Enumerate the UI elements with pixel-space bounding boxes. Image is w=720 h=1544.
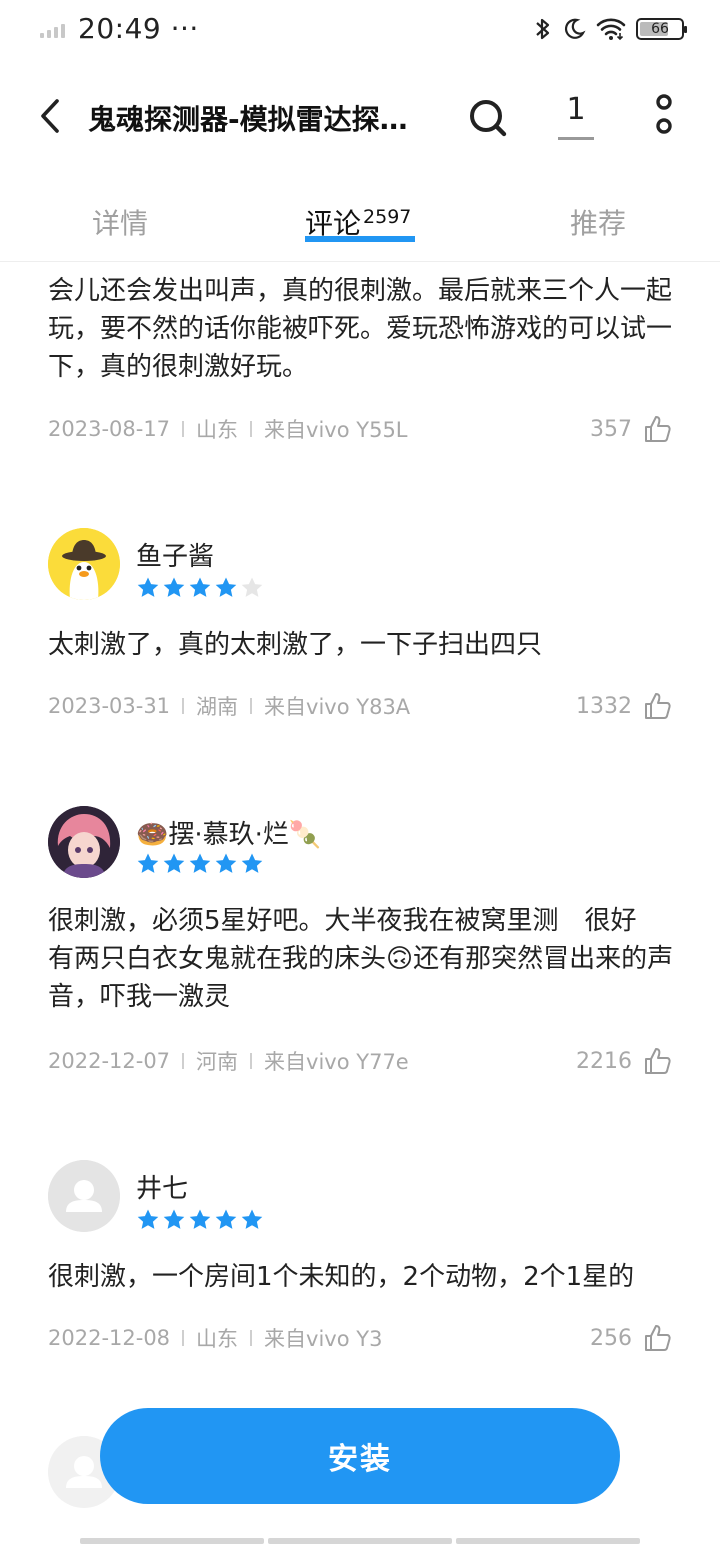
review-text: 很刺激，一个房间1个未知的，2个动物，2个1星的 [48, 1262, 635, 1292]
signal-icon [40, 24, 70, 38]
more-button[interactable] [650, 94, 678, 138]
avatar[interactable] [48, 806, 120, 878]
default-user-icon [48, 1160, 120, 1232]
chevron-left-icon [41, 99, 59, 133]
status-icons: 66 [534, 14, 687, 44]
star-filled-icon [241, 853, 263, 873]
review-text: 太刺激了，真的太刺激了，一下子扫出四只 [48, 630, 543, 660]
thumbs-up-icon [645, 1048, 671, 1074]
review-date: 2023-03-31 [48, 694, 171, 718]
star-filled-icon [137, 577, 159, 597]
moon-icon [565, 18, 586, 39]
review-username[interactable]: 井七 [136, 1168, 188, 1205]
review-meta: 2022-12-07 河南 来自vivo Y77e 2216 [48, 1046, 672, 1076]
comment-count: 2597 [363, 206, 412, 228]
star-filled-icon [189, 577, 211, 597]
star-rating [136, 1208, 264, 1232]
star-filled-icon [137, 1209, 159, 1229]
app-header: 鬼魂探测器-模拟雷达探… 1 [0, 80, 720, 152]
duck-avatar-icon [48, 528, 120, 600]
back-button[interactable] [28, 94, 72, 138]
thumbs-up-icon [645, 693, 671, 719]
review-date: 2022-12-07 [48, 1049, 171, 1073]
review-region: 山东 [196, 418, 239, 442]
star-empty-icon [241, 577, 263, 597]
like-count: 1332 [576, 693, 632, 719]
like-button[interactable]: 357 [590, 414, 672, 444]
review-meta: 2023-08-17 山东 来自vivo Y55L 357 [48, 414, 672, 444]
active-tab-indicator [305, 236, 415, 242]
review-username[interactable]: 鱼子酱 [136, 536, 214, 573]
like-button[interactable]: 2216 [576, 1046, 672, 1076]
like-count: 357 [590, 416, 632, 442]
star-filled-icon [163, 853, 185, 873]
avatar[interactable] [48, 528, 120, 600]
thumbs-up-icon [645, 1325, 671, 1351]
like-button[interactable]: 1332 [576, 691, 672, 721]
status-time: 20:49 ··· [78, 12, 199, 45]
search-button[interactable] [464, 94, 512, 142]
anime-avatar-icon [48, 806, 120, 878]
star-filled-icon [163, 1209, 185, 1229]
review-date: 2022-12-08 [48, 1326, 171, 1350]
review-date: 2023-08-17 [48, 417, 171, 441]
battery-icon: 66 [636, 18, 687, 40]
review-meta: 2023-03-31 湖南 来自vivo Y83A 1332 [48, 691, 672, 721]
star-filled-icon [137, 853, 159, 873]
review-device: 来自vivo Y3 [264, 1327, 383, 1351]
review-text: 会儿还会发出叫声，真的很刺激。最后就来三个人一起玩，要不然的话你能被吓死。爱玩恐… [48, 276, 673, 382]
review-region: 河南 [196, 1050, 239, 1074]
star-filled-icon [241, 1209, 263, 1229]
tab-details[interactable]: 详情 [92, 202, 148, 242]
like-count: 256 [590, 1325, 632, 1351]
review-device: 来自vivo Y77e [264, 1050, 409, 1074]
review-username[interactable]: 🍩摆·慕玖·烂🍡 [136, 814, 321, 851]
review-region: 山东 [196, 1327, 239, 1351]
page-title: 鬼魂探测器-模拟雷达探… [88, 103, 408, 136]
review-text: 很刺激，必须5星好吧。大半夜我在被窝里测 很好 有两只白衣女鬼就在我的床头🙃还有… [48, 906, 674, 1012]
review-device: 来自vivo Y83A [264, 695, 411, 719]
star-filled-icon [189, 853, 211, 873]
status-more-dots: ··· [170, 12, 199, 45]
gesture-nav-bar [80, 1538, 640, 1544]
tab-bar: 详情 评论 2597 推荐 [0, 186, 720, 262]
star-filled-icon [215, 577, 237, 597]
download-count: 1 [566, 92, 586, 127]
thumbs-up-icon [645, 416, 671, 442]
like-count: 2216 [576, 1048, 632, 1074]
bluetooth-icon [536, 18, 550, 40]
review-region: 湖南 [196, 695, 239, 719]
star-rating [136, 576, 264, 600]
download-count-button[interactable]: 1 [556, 92, 596, 140]
status-bar: 20:49 ··· 66 [0, 0, 720, 60]
star-filled-icon [163, 577, 185, 597]
install-button[interactable]: 安装 [100, 1408, 620, 1504]
star-filled-icon [215, 853, 237, 873]
more-vertical-icon [656, 94, 672, 134]
wifi-icon [596, 18, 626, 41]
like-button[interactable]: 256 [590, 1323, 672, 1353]
star-filled-icon [215, 1209, 237, 1229]
tab-recommend[interactable]: 推荐 [570, 202, 626, 242]
review-device: 来自vivo Y55L [264, 418, 408, 442]
avatar[interactable] [48, 1160, 120, 1232]
search-icon [470, 100, 507, 137]
review-meta: 2022-12-08 山东 来自vivo Y3 256 [48, 1323, 672, 1353]
star-rating [136, 852, 264, 876]
star-filled-icon [189, 1209, 211, 1229]
